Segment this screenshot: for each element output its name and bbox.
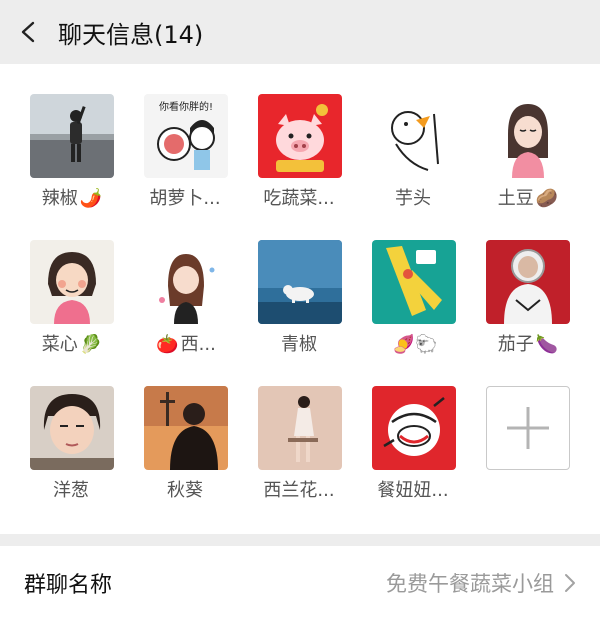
member-item[interactable]: 🍅 西... [136,240,236,380]
eggplant-emoji: 🍆 [535,334,559,355]
chevron-left-icon [21,21,35,43]
member-name: 西兰花... [263,480,335,501]
sweet-potato-sheep-emoji: 🍠🐑 [392,334,438,355]
add-member-button[interactable] [478,386,578,526]
member-item[interactable]: 洋葱 [22,386,122,526]
avatar [258,94,342,178]
chevron-right-icon [565,574,575,592]
avatar: 你看你胖的! [144,94,228,178]
avatar [486,240,570,324]
member-name: 芋头 [395,188,431,209]
member-item[interactable]: 芋头 [364,94,464,234]
page-title: 聊天信息(14) [58,20,204,49]
avatar [486,94,570,178]
member-item[interactable]: 菜心 🥬 [22,240,122,380]
member-name: 辣椒 🌶️ [42,186,102,212]
potato-emoji: 🥔 [535,188,559,209]
avatar [30,94,114,178]
group-name-text: 免费午餐蔬菜小组 [386,572,554,596]
member-name: 胡萝卜... [149,188,221,209]
member-item[interactable]: 青椒 [250,240,350,380]
group-name-value: 免费午餐蔬菜小组 [386,568,576,598]
group-name-label: 群聊名称 [24,573,113,598]
avatar [144,240,228,324]
avatar [30,240,114,324]
avatar [144,386,228,470]
member-item[interactable]: 土豆 🥔 [478,94,578,234]
back-button[interactable] [0,0,58,64]
member-name: 青椒 [281,334,317,355]
member-name: 茄子 🍆 [498,332,558,358]
member-item[interactable]: 西兰花... [250,386,350,526]
member-name: 秋葵 [167,480,203,501]
member-item[interactable]: 茄子 🍆 [478,240,578,380]
member-grid: 辣椒 🌶️ 你看你胖的! 胡萝卜... 吃蔬菜... 芋头 土豆 🥔 菜心 🥬 … [0,64,600,534]
member-item[interactable]: 你看你胖的! 胡萝卜... [136,94,236,234]
group-name-row[interactable]: 群聊名称 免费午餐蔬菜小组 [0,546,600,620]
avatar [372,94,456,178]
member-name: 菜心 🥬 [42,332,102,358]
avatar [30,386,114,470]
member-name: 🍅 西... [156,332,216,358]
svg-text:你看你胖的!: 你看你胖的! [159,100,213,113]
member-item[interactable]: 吃蔬菜... [250,94,350,234]
tomato-emoji: 🍅 [156,334,179,355]
member-name: 土豆 🥔 [498,186,558,212]
leafy-green-emoji: 🥬 [79,334,103,355]
member-name: 餐妞妞... [377,480,449,501]
plus-icon[interactable] [486,386,570,470]
member-item[interactable]: 秋葵 [136,386,236,526]
chili-emoji: 🌶️ [79,188,103,209]
member-name: 洋葱 [53,480,89,501]
member-item[interactable]: 🍠🐑 [364,240,464,380]
member-name: 🍠🐑 [391,332,438,358]
member-item[interactable]: 餐妞妞... [364,386,464,526]
avatar [258,386,342,470]
avatar [372,386,456,470]
member-item[interactable]: 辣椒 🌶️ [22,94,122,234]
avatar [258,240,342,324]
member-name: 吃蔬菜... [263,188,335,209]
header-bar: 聊天信息(14) [0,0,600,64]
avatar [372,240,456,324]
